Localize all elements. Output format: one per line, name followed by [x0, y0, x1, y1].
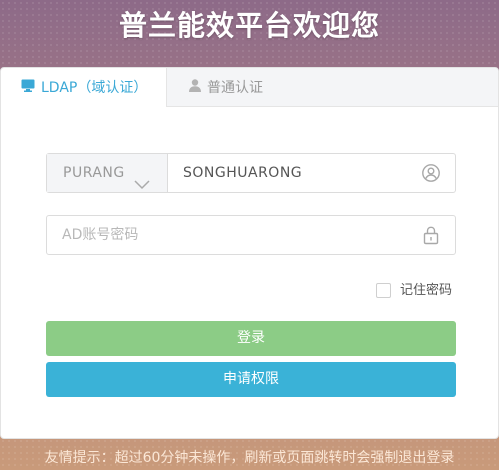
apply-permission-button[interactable]: 申请权限: [46, 362, 456, 397]
remember-label: 记住密码: [400, 283, 453, 298]
domain-select[interactable]: PURANG: [47, 154, 168, 192]
page-title: 普兰能效平台欢迎您: [118, 9, 380, 42]
tip-text: 友情提示：超过60分钟未操作，刷新或页面跳转时会强制退出登录: [44, 450, 455, 466]
login-button[interactable]: 登录: [46, 321, 456, 356]
tab-normal[interactable]: 普通认证: [167, 68, 498, 106]
username-input[interactable]: SONGHUARONG: [183, 154, 302, 192]
login-card: LDAP（域认证） 普通认证 PURANG SONGHUARONG AD账号密码…: [0, 67, 499, 439]
lock-icon: [421, 225, 441, 249]
remember-checkbox[interactable]: [376, 283, 391, 298]
password-placeholder: AD账号密码: [62, 227, 139, 243]
user-circle-icon: [421, 163, 441, 187]
tab-ldap-label: LDAP（域认证）: [41, 80, 148, 96]
password-field[interactable]: AD账号密码: [46, 215, 456, 255]
domain-value: PURANG: [63, 165, 125, 181]
username-field: PURANG SONGHUARONG: [46, 153, 456, 193]
tab-ldap[interactable]: LDAP（域认证）: [1, 68, 167, 107]
chevron-down-icon: [134, 167, 150, 205]
user-icon: [189, 68, 201, 108]
monitor-icon: [21, 68, 35, 108]
tab-normal-label: 普通认证: [207, 80, 263, 96]
auth-tabs: LDAP（域认证） 普通认证: [1, 68, 498, 107]
